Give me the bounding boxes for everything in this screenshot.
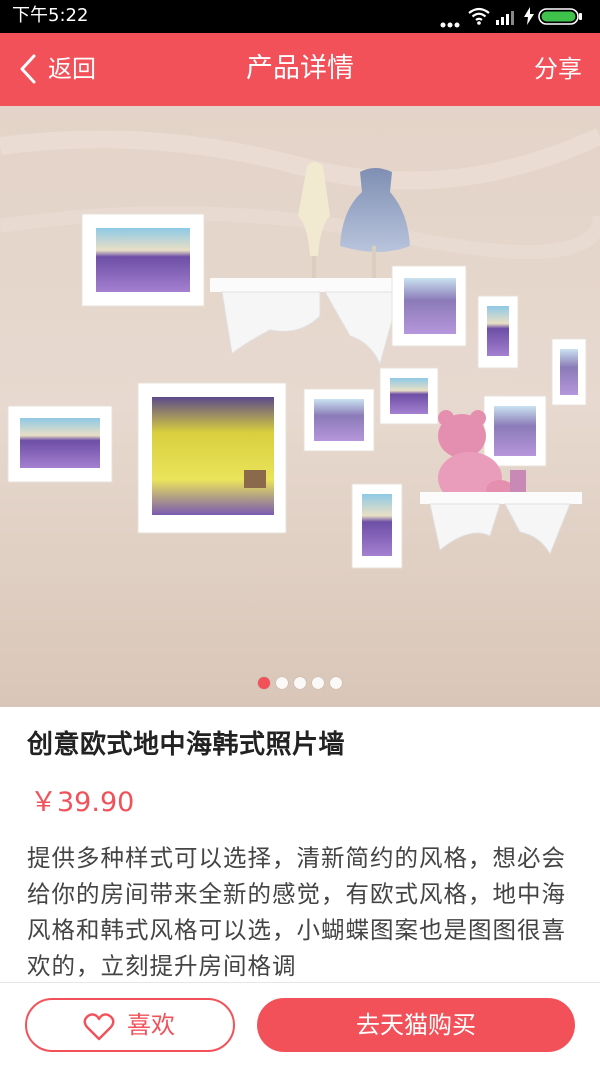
bottom-action-bar: 喜欢 去天猫购买 bbox=[0, 982, 600, 1068]
carousel-dot[interactable] bbox=[312, 677, 324, 689]
product-image-carousel[interactable] bbox=[0, 106, 600, 707]
carousel-dot[interactable] bbox=[276, 677, 288, 689]
like-label: 喜欢 bbox=[127, 1011, 175, 1039]
carousel-indicator[interactable] bbox=[0, 677, 600, 691]
page-title: 产品详情 bbox=[246, 53, 354, 84]
wifi-icon bbox=[468, 7, 490, 29]
nav-header: 返回 产品详情 分享 bbox=[0, 33, 600, 106]
status-icons bbox=[440, 7, 590, 29]
charging-icon bbox=[523, 7, 535, 29]
carousel-dot[interactable] bbox=[294, 677, 306, 689]
product-description: 提供多种样式可以选择，清新简约的风格，想必会给你的房间带来全新的感觉，有欧式风格… bbox=[27, 844, 566, 980]
carousel-dot[interactable] bbox=[330, 677, 342, 689]
buy-on-tmall-button[interactable]: 去天猫购买 bbox=[257, 998, 575, 1052]
heart-icon bbox=[83, 1013, 115, 1045]
status-bar: 下午5:22 bbox=[0, 0, 600, 33]
product-photo bbox=[0, 106, 600, 707]
signal-icon bbox=[496, 9, 518, 29]
product-title: 创意欧式地中海韩式照片墙 bbox=[27, 730, 346, 760]
like-button[interactable]: 喜欢 bbox=[25, 998, 235, 1052]
carousel-dot[interactable] bbox=[258, 677, 270, 689]
battery-icon bbox=[538, 8, 584, 29]
status-time: 下午5:22 bbox=[12, 5, 89, 26]
product-price: ￥39.90 bbox=[30, 787, 135, 818]
more-dots-icon bbox=[440, 13, 460, 32]
share-button[interactable]: 分享 bbox=[534, 51, 582, 87]
